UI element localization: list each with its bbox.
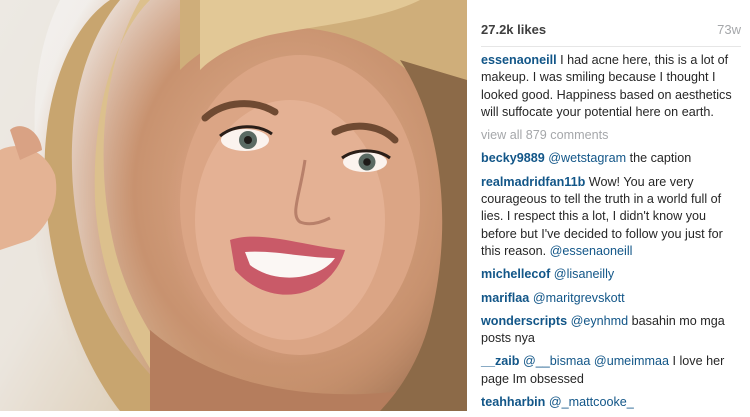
comment-username[interactable]: teahharbin <box>481 395 545 409</box>
instagram-post: 27.2k likes 73w essenaoneill I had acne … <box>0 0 750 411</box>
comment: mariflaa @maritgrevskott <box>481 290 743 307</box>
caption-username[interactable]: essenaoneill <box>481 53 557 67</box>
post-header-bar: 27.2k likes 73w <box>481 22 741 42</box>
comment-username[interactable]: michellecof <box>481 267 550 281</box>
comment-mention[interactable]: @__bismaa @umeimmaa <box>523 354 669 368</box>
divider <box>481 46 741 47</box>
comment-mention[interactable]: @lisaneilly <box>554 267 614 281</box>
comments-feed: essenaoneill I had acne here, this is a … <box>481 52 743 417</box>
comment-mention[interactable]: @_mattcooke_ <box>549 395 634 409</box>
likes-count[interactable]: 27.2k likes <box>481 22 546 37</box>
selfie-illustration <box>0 0 467 411</box>
comment: __zaib @__bismaa @umeimmaa I love her pa… <box>481 353 743 388</box>
comment-username[interactable]: __zaib <box>481 354 520 368</box>
caption: essenaoneill I had acne here, this is a … <box>481 52 743 121</box>
comment: realmadridfan11b Wow! You are very coura… <box>481 174 743 260</box>
comment-mention[interactable]: @essenaoneill <box>550 244 633 258</box>
comment: teahharbin @_mattcooke_ <box>481 394 743 411</box>
comment-username[interactable]: wonderscripts <box>481 314 567 328</box>
comment-mention[interactable]: @maritgrevskott <box>533 291 625 305</box>
comment-username[interactable]: becky9889 <box>481 151 545 165</box>
comment-text: the caption <box>629 151 692 166</box>
comment-mention[interactable]: @eynhmd <box>571 314 629 328</box>
post-photo[interactable] <box>0 0 467 411</box>
comment-username[interactable]: realmadridfan11b <box>481 175 585 189</box>
comment: becky9889 @wetstagram the caption <box>481 150 743 167</box>
comment-mention[interactable]: @wetstagram <box>548 151 626 165</box>
comment: wonderscripts @eynhmd basahin mo mga pos… <box>481 313 743 348</box>
post-sidebar: 27.2k likes 73w essenaoneill I had acne … <box>481 0 741 411</box>
view-all-comments-link[interactable]: view all 879 comments <box>481 127 743 144</box>
post-age[interactable]: 73w <box>717 22 741 37</box>
comment-username[interactable]: mariflaa <box>481 291 529 305</box>
comment: michellecof @lisaneilly <box>481 266 743 283</box>
